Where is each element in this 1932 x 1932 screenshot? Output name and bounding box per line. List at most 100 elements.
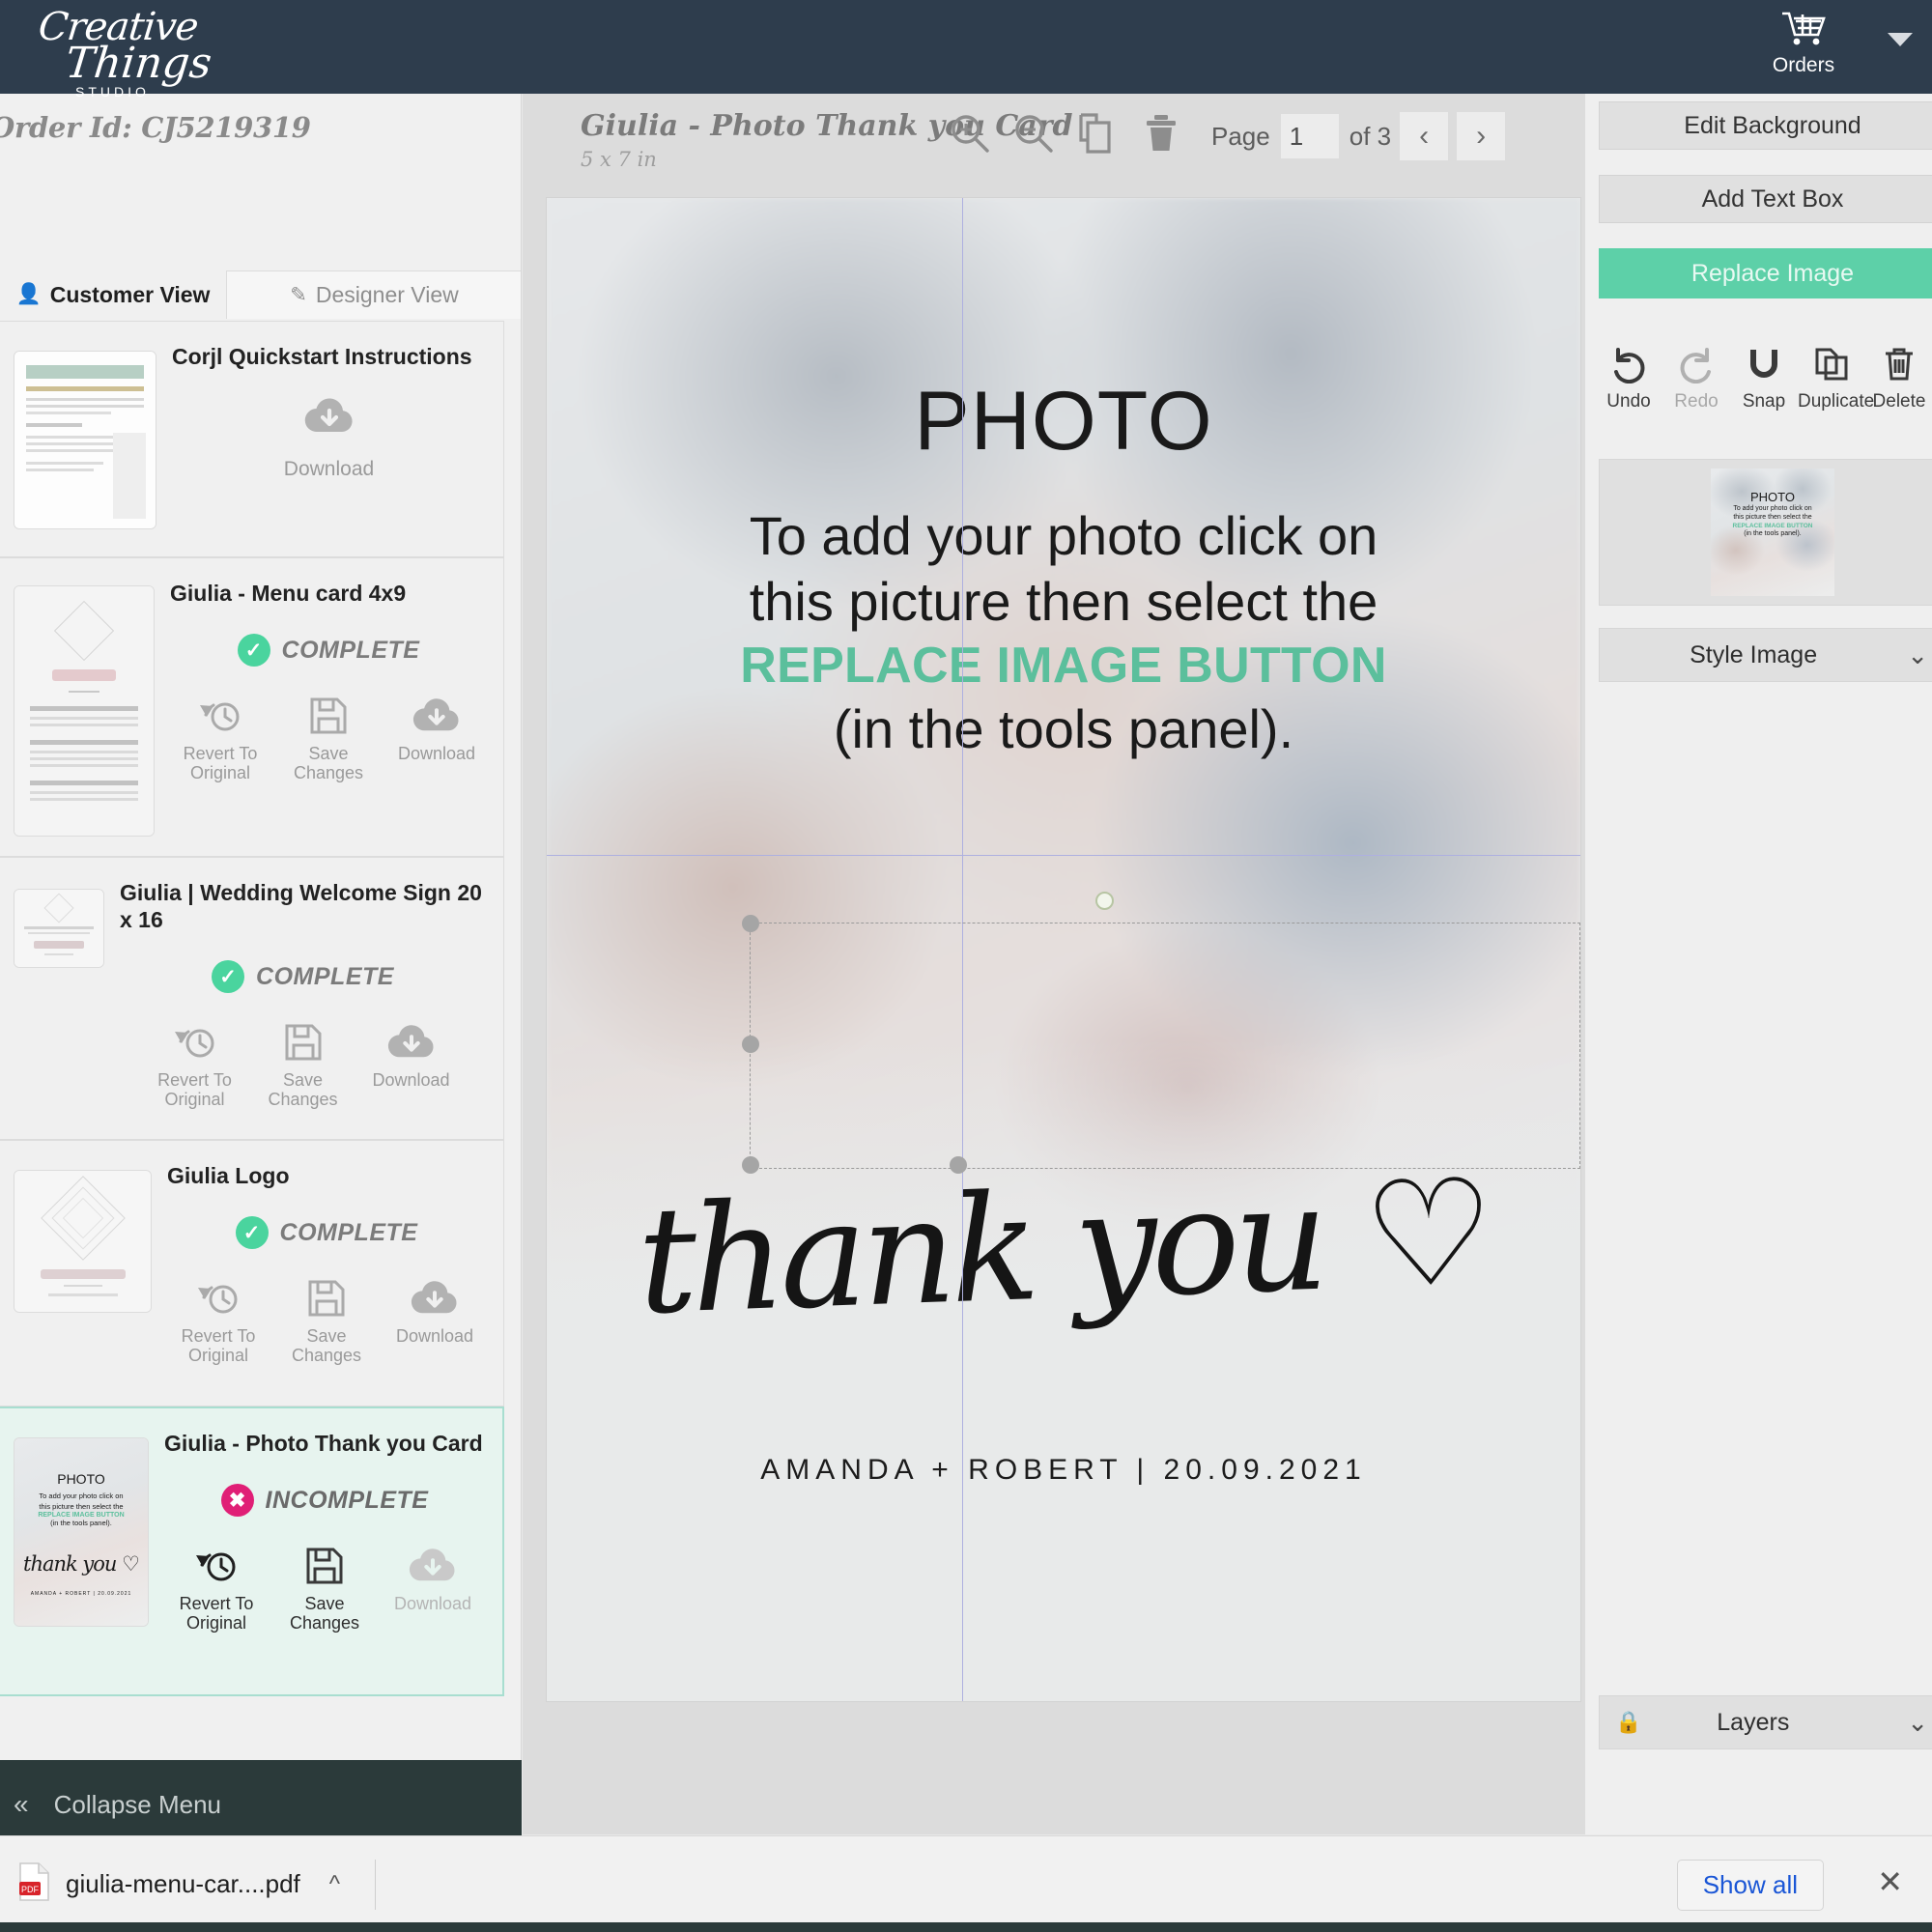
orders-label: Orders [1772, 54, 1835, 76]
selection-handle-top-left[interactable] [742, 915, 759, 932]
next-page-button[interactable]: › [1457, 112, 1506, 160]
download-button[interactable]: Download [384, 1278, 485, 1365]
bottom-strip [0, 1922, 1932, 1932]
document-card-body: Giulia - Photo Thank you Card ✖ INCOMPLE… [149, 1430, 485, 1673]
revert-to-original-button[interactable]: Revert To Original [168, 1278, 269, 1365]
undo-button[interactable]: Undo [1595, 345, 1662, 412]
browser-download-bar: PDF giulia-menu-car....pdf ^ Show all ✕ [0, 1835, 1932, 1932]
selection-handle-bottom-center[interactable] [950, 1156, 967, 1174]
edit-background-button[interactable]: Edit Background [1599, 101, 1932, 150]
chevron-up-icon[interactable]: ^ [329, 1871, 340, 1898]
save-changes-button[interactable]: Save Changes [274, 1546, 375, 1633]
replace-image-button[interactable]: Replace Image [1599, 248, 1932, 298]
rotation-handle[interactable] [1095, 892, 1114, 910]
check-circle-icon: ✓ [237, 634, 270, 668]
duplicate-label: Duplicate [1798, 391, 1875, 412]
revert-to-original-button[interactable]: Revert To Original [166, 1546, 267, 1633]
list-item[interactable]: Giulia Logo ✓ COMPLETE Revert To Original [0, 1140, 504, 1406]
show-all-label: Show all [1702, 1870, 1798, 1899]
revert-line1: Revert To [179, 1594, 254, 1614]
save-line2: Changes [291, 1346, 362, 1366]
add-text-box-button[interactable]: Add Text Box [1599, 175, 1932, 223]
style-image-accordion[interactable]: Style Image ⌄ [1599, 628, 1932, 682]
page-number-input[interactable] [1279, 113, 1340, 159]
cloud-download-icon [303, 395, 355, 442]
orders-button[interactable]: Orders [1750, 10, 1857, 77]
left-sidebar: Order Id: CJ5219319 👤 Customer View ✎ De… [0, 94, 522, 1770]
tab-designer-view[interactable]: ✎ Designer View [226, 270, 521, 319]
document-card-body: Giulia Logo ✓ COMPLETE Revert To Original [152, 1162, 486, 1384]
design-card-canvas[interactable]: PHOTO To add your photo click on this pi… [547, 198, 1580, 1701]
list-item-selected[interactable]: PHOTO To add your photo click on this pic… [0, 1406, 504, 1696]
tab-customer-view[interactable]: 👤 Customer View [0, 270, 226, 319]
tools-panel: Edit Background Add Text Box Replace Ima… [1584, 94, 1932, 1834]
redo-button[interactable]: Redo [1662, 345, 1730, 412]
save-line1: Save [308, 744, 349, 764]
revert-clock-icon [168, 1278, 269, 1321]
snap-button[interactable]: Snap [1730, 345, 1798, 412]
preview-line-1: To add your photo click on [1733, 505, 1812, 512]
preview-accent: REPLACE IMAGE BUTTON [1732, 522, 1813, 529]
document-card-body: Giulia | Wedding Welcome Sign 20 x 16 ✓ … [104, 879, 486, 1118]
revert-line1: Revert To [181, 1326, 256, 1347]
list-item[interactable]: Giulia | Wedding Welcome Sign 20 x 16 ✓ … [0, 857, 504, 1140]
page-total-label: of 3 [1349, 121, 1392, 151]
save-changes-button[interactable]: Save Changes [253, 1022, 354, 1109]
document-thumbnail: PHOTO To add your photo click on this pic… [14, 1437, 149, 1627]
delete-page-icon[interactable] [1139, 111, 1183, 160]
selection-bounding-box[interactable] [742, 915, 1580, 1174]
document-list[interactable]: Corjl Quickstart Instructions Download G… [0, 321, 521, 1770]
user-icon: 👤 [15, 283, 42, 305]
duplicate-page-icon[interactable] [1075, 111, 1120, 160]
show-all-downloads-button[interactable]: Show all [1676, 1860, 1824, 1911]
double-chevron-left-icon: « [14, 1789, 29, 1819]
order-id-label: Order Id: CJ5219319 [0, 111, 311, 144]
redo-label: Redo [1674, 391, 1719, 412]
list-item[interactable]: Corjl Quickstart Instructions Download [0, 321, 504, 557]
save-line1: Save [282, 1070, 324, 1091]
download-button: Download [383, 1546, 483, 1633]
zoom-out-icon[interactable] [1011, 111, 1056, 160]
download-button[interactable]: Download [361, 1022, 462, 1109]
delete-button[interactable]: Delete [1865, 345, 1932, 412]
layers-accordion[interactable]: 🔒 Layers ⌄ [1599, 1695, 1932, 1749]
canvas-area: Giulia - Photo Thank you Card 5 x 7 in P… [523, 94, 1584, 1834]
revert-to-original-button[interactable]: Revert To Original [145, 1022, 245, 1109]
duplicate-button[interactable]: Duplicate [1798, 345, 1875, 412]
selection-handle-bottom-left[interactable] [742, 1156, 759, 1174]
download-action[interactable]: Download [172, 395, 486, 481]
canvas-document-size: 5 x 7 in [581, 148, 657, 171]
save-changes-button[interactable]: Save Changes [276, 1278, 377, 1365]
download-button[interactable]: Download [386, 696, 487, 782]
list-item[interactable]: Giulia - Menu card 4x9 ✓ COMPLETE Revert… [0, 557, 504, 857]
cloud-download-icon [386, 696, 487, 738]
document-title: Corjl Quickstart Instructions [172, 344, 472, 369]
floppy-save-icon [276, 1278, 377, 1321]
status-label: COMPLETE [256, 962, 394, 990]
names-and-date-text[interactable]: AMANDA + ROBERT | 20.09.2021 [547, 1454, 1580, 1487]
brand-logo[interactable]: Creative Things STUDIO [37, 5, 214, 99]
brand-line-2: Things [63, 39, 214, 88]
chevron-down-icon[interactable] [1888, 33, 1913, 46]
previous-page-button[interactable]: ‹ [1400, 112, 1449, 160]
thank-you-script-text[interactable]: thank you ♡ [547, 1147, 1580, 1348]
selection-handle-middle-left[interactable] [742, 1036, 759, 1053]
edit-background-label: Edit Background [1684, 111, 1861, 139]
chevron-down-icon: ⌄ [1907, 1707, 1928, 1737]
floppy-save-icon [274, 1546, 375, 1588]
layers-label: Layers [1717, 1708, 1790, 1736]
photo-placeholder-text[interactable]: PHOTO To add your photo click on this pi… [547, 380, 1580, 762]
status-badge: ✖ INCOMPLETE [164, 1484, 485, 1518]
zoom-in-icon[interactable] [948, 111, 992, 160]
document-thumbnail [14, 889, 104, 968]
redo-icon [1662, 345, 1730, 387]
save-changes-button[interactable]: Save Changes [278, 696, 379, 782]
status-label: INCOMPLETE [265, 1486, 429, 1514]
close-icon[interactable]: ✕ [1877, 1863, 1903, 1900]
download-item[interactable]: PDF giulia-menu-car....pdf ^ [0, 1862, 340, 1906]
document-thumbnail [14, 351, 156, 529]
selected-image-preview[interactable]: PHOTO To add your photo click on this pi… [1599, 459, 1932, 606]
trash-icon [1865, 345, 1932, 387]
download-file-name: giulia-menu-car....pdf [66, 1869, 300, 1898]
revert-to-original-button[interactable]: Revert To Original [170, 696, 270, 782]
